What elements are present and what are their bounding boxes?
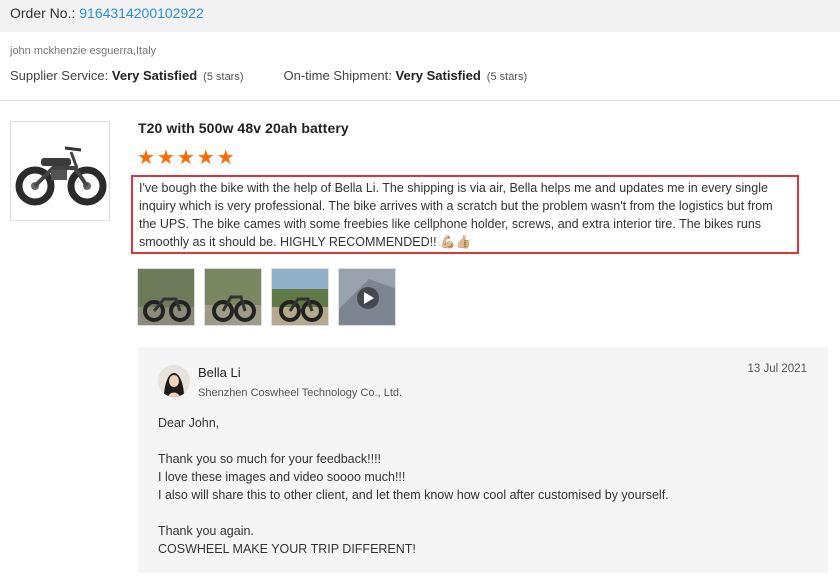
star-icon: ★ xyxy=(156,147,175,169)
replier-company: Shenzhen Coswheel Technology Co., Ltd. xyxy=(198,387,403,399)
order-number-link[interactable]: 9164314200102922 xyxy=(79,5,204,21)
reply-spacer xyxy=(158,432,808,450)
review-photo-2[interactable] xyxy=(204,268,262,326)
star-icon: ★ xyxy=(196,147,215,169)
photo-1 xyxy=(138,269,194,325)
product-title[interactable]: T20 with 500w 48v 20ah battery xyxy=(138,120,349,136)
shipment-stars: (5 stars) xyxy=(486,71,528,83)
reply-line: Thank you so much for your feedback!!!! xyxy=(158,452,382,466)
review-photo-3[interactable] xyxy=(271,268,329,326)
divider xyxy=(0,100,840,101)
buyer-name: john mckhenzie esguerra,Italy xyxy=(10,45,157,57)
ratings-row: Supplier Service: Very Satisfied (5 stars… xyxy=(10,68,527,83)
shipment-value: Very Satisfied xyxy=(395,68,481,83)
photo-2 xyxy=(205,269,261,325)
star-icon: ★ xyxy=(137,147,155,169)
star-icon: ★ xyxy=(216,147,235,169)
shipment-label: On-time Shipment: xyxy=(283,68,396,83)
order-bar: Order No.: 9164314200102922 xyxy=(0,0,840,32)
reply-body: Dear John, Thank you so much for your fe… xyxy=(158,414,808,558)
product-thumbnail[interactable] xyxy=(10,121,110,221)
reply-line: COSWHEEL MAKE YOUR TRIP DIFFERENT! xyxy=(158,542,416,556)
avatar xyxy=(158,365,190,397)
review-video[interactable] xyxy=(338,268,396,326)
rating-stars: ★ ★ ★ ★ ★ xyxy=(137,148,235,168)
order-label: Order No.: xyxy=(10,5,80,21)
review-photos xyxy=(137,268,396,326)
reply-line: I also will share this to other client, … xyxy=(158,488,669,502)
supplier-reply: Bella Li Shenzhen Coswheel Technology Co… xyxy=(138,347,828,573)
reply-line: I love these images and video soooo much… xyxy=(158,470,406,484)
supplier-service-label: Supplier Service: xyxy=(10,68,112,83)
replier-name: Bella Li xyxy=(198,365,241,380)
video-thumbnail xyxy=(339,269,395,325)
supplier-service-stars: (5 stars) xyxy=(203,71,244,83)
ebike-image xyxy=(15,146,107,206)
review-photo-1[interactable] xyxy=(137,268,195,326)
star-icon: ★ xyxy=(176,147,195,169)
photo-3 xyxy=(272,269,328,325)
supplier-service-value: Very Satisfied xyxy=(111,68,198,83)
review-text: I've bough the bike with the help of Bel… xyxy=(131,175,799,254)
reply-date: 13 Jul 2021 xyxy=(747,363,807,375)
reply-line: Thank you again. xyxy=(158,524,254,538)
reply-spacer xyxy=(158,504,808,522)
reply-line: Dear John, xyxy=(158,416,220,430)
